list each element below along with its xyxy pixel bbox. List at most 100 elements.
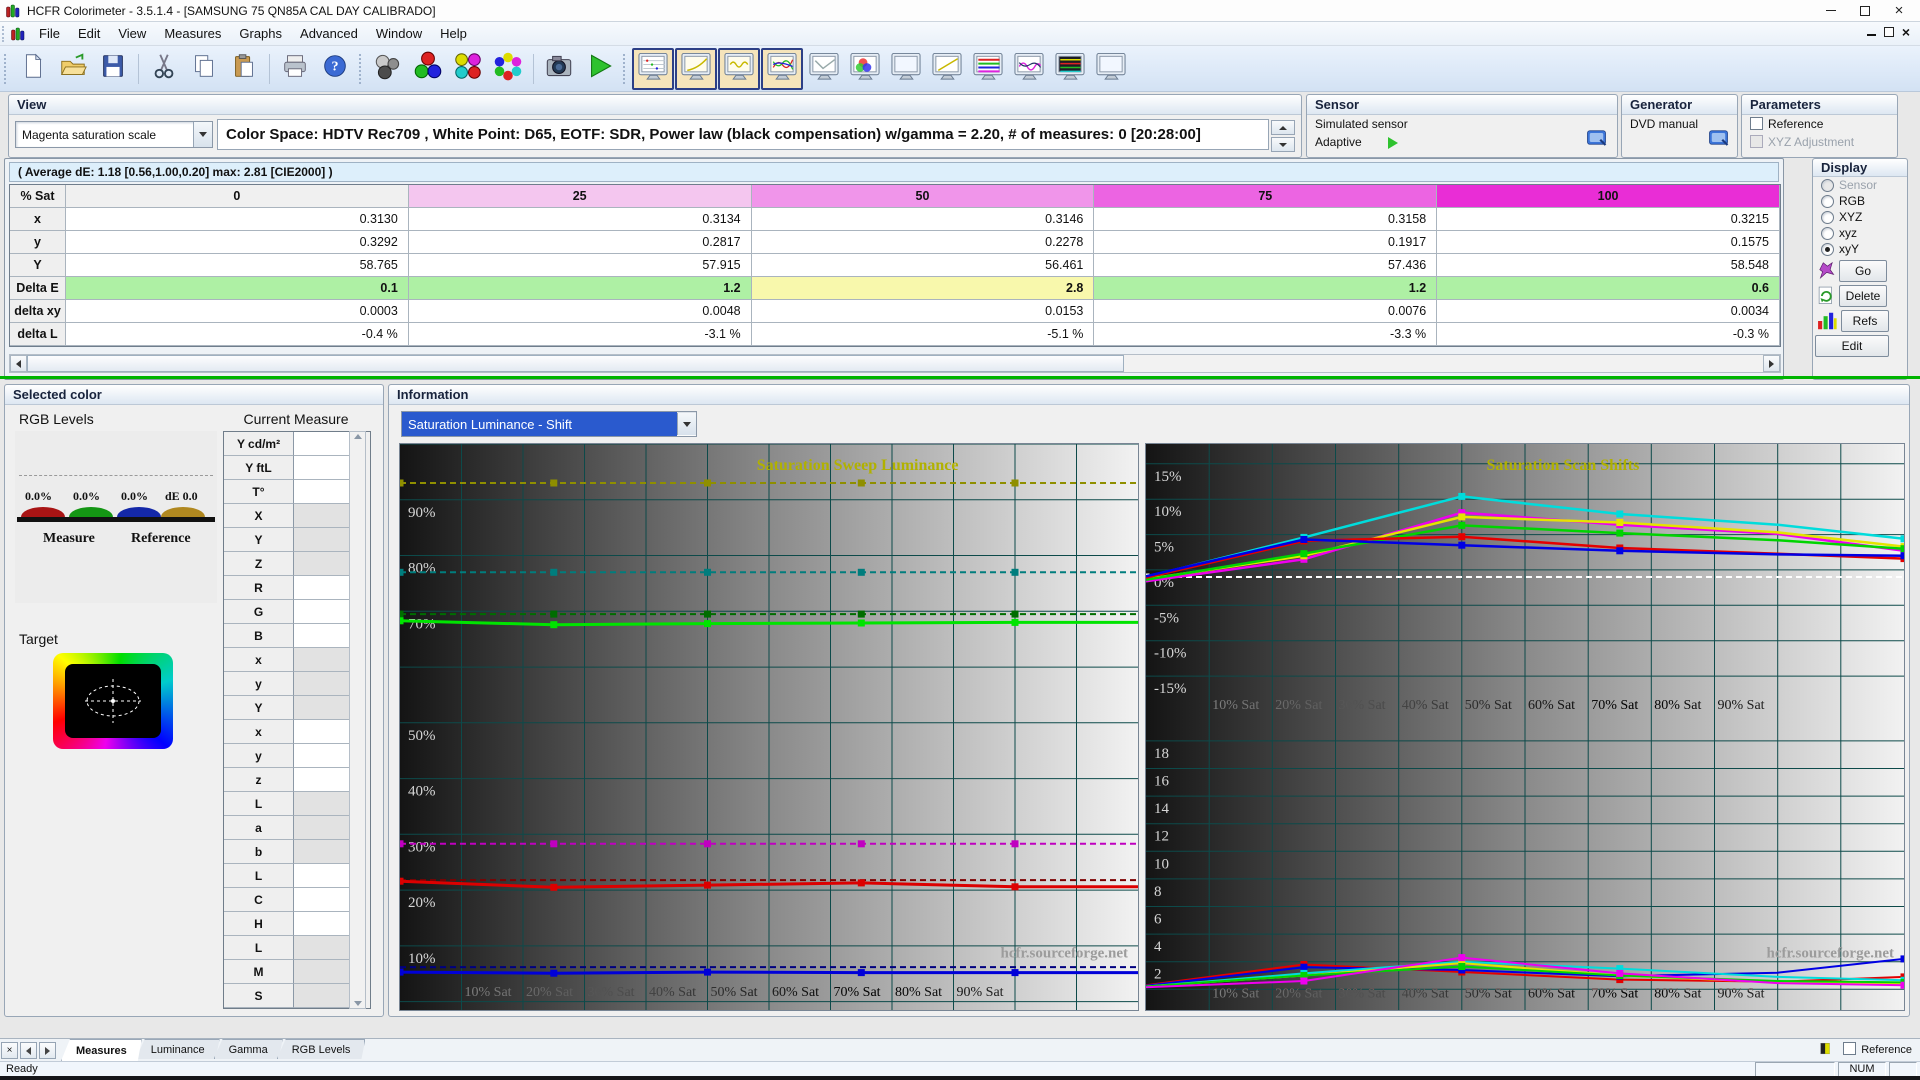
rgb-bar-label: 0.0% bbox=[25, 489, 52, 503]
menu-item-help[interactable]: Help bbox=[431, 23, 476, 44]
refs-button[interactable]: Refs bbox=[1841, 310, 1889, 332]
sensor-run-icon[interactable] bbox=[1387, 136, 1398, 149]
report-view-button[interactable] bbox=[1050, 49, 1090, 89]
luminance-line-view-button[interactable] bbox=[927, 49, 967, 89]
measure-row-value bbox=[294, 768, 350, 792]
display-radio-sensor[interactable]: Sensor bbox=[1813, 177, 1907, 193]
save-button[interactable] bbox=[93, 49, 133, 89]
delete-button[interactable]: Delete bbox=[1839, 285, 1887, 307]
menu-item-edit[interactable]: Edit bbox=[69, 23, 109, 44]
green-measure-marker bbox=[857, 619, 865, 627]
cut-button[interactable] bbox=[144, 49, 184, 89]
graph-type-dropdown[interactable]: Saturation Luminance - Shift bbox=[401, 411, 697, 437]
color-target-image bbox=[53, 653, 173, 749]
scroll-left-button[interactable] bbox=[10, 355, 27, 372]
scale-dropdown[interactable]: Magenta saturation scale bbox=[15, 121, 213, 148]
scroll-right-button[interactable] bbox=[1763, 355, 1780, 372]
menu-item-advanced[interactable]: Advanced bbox=[291, 23, 367, 44]
luminance-view-button[interactable] bbox=[675, 47, 717, 90]
display-radio-rgb[interactable]: RGB bbox=[1813, 193, 1907, 209]
secondaries-measure-button[interactable] bbox=[448, 49, 488, 89]
table-cell: 0.2817 bbox=[408, 231, 752, 254]
free-measure-view-button[interactable] bbox=[886, 49, 926, 89]
current-measure-label: Current Measure bbox=[243, 411, 349, 427]
help-icon: ? bbox=[320, 51, 350, 86]
chevron-down-icon[interactable] bbox=[193, 122, 212, 147]
mdi-restore-button[interactable] bbox=[1883, 24, 1897, 37]
display-radio-xyy[interactable]: xyY bbox=[1813, 241, 1907, 257]
edit-button[interactable]: Edit bbox=[1815, 335, 1889, 357]
reference-checkbox[interactable] bbox=[1750, 117, 1763, 130]
minimize-button[interactable] bbox=[1814, 0, 1848, 21]
gamma-view-button[interactable] bbox=[718, 47, 760, 90]
grayscale-measure-button[interactable] bbox=[368, 49, 408, 89]
table-horizontal-scrollbar[interactable] bbox=[9, 354, 1781, 373]
menu-item-view[interactable]: View bbox=[109, 23, 155, 44]
tab-luminance[interactable]: Luminance bbox=[136, 1039, 220, 1059]
cie-diagram-view-icon bbox=[848, 51, 882, 87]
svg-text:70% Sat: 70% Sat bbox=[1591, 987, 1638, 1002]
new-document-button[interactable] bbox=[13, 49, 53, 89]
spin-down-button[interactable] bbox=[1271, 137, 1295, 152]
measure-row-value bbox=[294, 864, 350, 888]
scroll-up-button[interactable] bbox=[353, 434, 362, 439]
help-button[interactable]: ? bbox=[315, 49, 355, 89]
graph-type-value: Saturation Luminance - Shift bbox=[402, 412, 677, 436]
cie-diagram-view-button[interactable] bbox=[845, 49, 885, 89]
menu-item-graphs[interactable]: Graphs bbox=[230, 23, 291, 44]
menu-item-file[interactable]: File bbox=[30, 23, 69, 44]
open-folder-button[interactable] bbox=[53, 49, 93, 89]
dip-view-button[interactable] bbox=[804, 49, 844, 89]
print-button[interactable] bbox=[275, 49, 315, 89]
copy-button[interactable] bbox=[184, 49, 224, 89]
generator-config-icon[interactable] bbox=[1707, 127, 1733, 151]
measure-row-value bbox=[294, 672, 350, 696]
tab-gamma[interactable]: Gamma bbox=[214, 1039, 283, 1059]
current-measure-scrollbar[interactable] bbox=[349, 431, 366, 1009]
measure-row-label: a bbox=[224, 816, 294, 840]
close-button[interactable]: × bbox=[1882, 0, 1916, 21]
extra-view-button[interactable] bbox=[1091, 49, 1131, 89]
row-label: delta L bbox=[10, 323, 66, 346]
svg-text:30%: 30% bbox=[408, 839, 436, 855]
svg-text:80% Sat: 80% Sat bbox=[1654, 987, 1701, 1002]
tab-measures[interactable]: Measures bbox=[61, 1039, 142, 1061]
display-radio-xyz[interactable]: xyz bbox=[1813, 225, 1907, 241]
paste-button[interactable] bbox=[224, 49, 264, 89]
svg-text:30% Sat: 30% Sat bbox=[1339, 698, 1386, 713]
svg-text:-15%: -15% bbox=[1154, 681, 1187, 697]
measures-view-button[interactable] bbox=[632, 47, 674, 90]
full-measure-button[interactable] bbox=[488, 49, 528, 89]
rgb-levels-view-button[interactable] bbox=[968, 49, 1008, 89]
tab-prev-button[interactable] bbox=[20, 1042, 37, 1059]
sensor-config-icon[interactable] bbox=[1585, 127, 1611, 151]
primaries-measure-icon bbox=[411, 49, 445, 88]
run-measures-button[interactable] bbox=[579, 49, 619, 89]
scroll-down-button[interactable] bbox=[353, 1001, 362, 1006]
mdi-minimize-button[interactable] bbox=[1866, 28, 1876, 36]
mdi-close-button[interactable]: × bbox=[1902, 24, 1910, 40]
svg-text:4: 4 bbox=[1154, 939, 1162, 955]
capture-camera-button[interactable] bbox=[539, 49, 579, 89]
measure-row-label: B bbox=[224, 624, 294, 648]
measure-row-label: z bbox=[224, 768, 294, 792]
bottom-reference-checkbox[interactable] bbox=[1843, 1042, 1857, 1055]
tab-close-button[interactable]: × bbox=[1, 1042, 18, 1059]
measure-series-view-button[interactable] bbox=[1009, 49, 1049, 89]
chevron-down-icon[interactable] bbox=[677, 413, 696, 435]
menu-item-window[interactable]: Window bbox=[367, 23, 431, 44]
scrollbar-thumb[interactable] bbox=[27, 355, 1125, 372]
menu-item-measures[interactable]: Measures bbox=[155, 23, 230, 44]
all-curves-view-button[interactable] bbox=[761, 47, 803, 90]
tab-next-button[interactable] bbox=[39, 1042, 56, 1059]
primaries-measure-button[interactable] bbox=[408, 49, 448, 89]
spin-up-button[interactable] bbox=[1271, 120, 1295, 135]
rgb-bar bbox=[117, 507, 161, 517]
tab-rgb-levels[interactable]: RGB Levels bbox=[277, 1039, 366, 1059]
restore-button[interactable] bbox=[1848, 0, 1882, 21]
display-radio-xyz[interactable]: XYZ bbox=[1813, 209, 1907, 225]
svg-text:50%: 50% bbox=[408, 728, 436, 744]
go-button[interactable]: Go bbox=[1839, 260, 1887, 282]
green-delta-e-marker bbox=[1458, 963, 1466, 970]
green-reference-marker bbox=[857, 610, 865, 618]
